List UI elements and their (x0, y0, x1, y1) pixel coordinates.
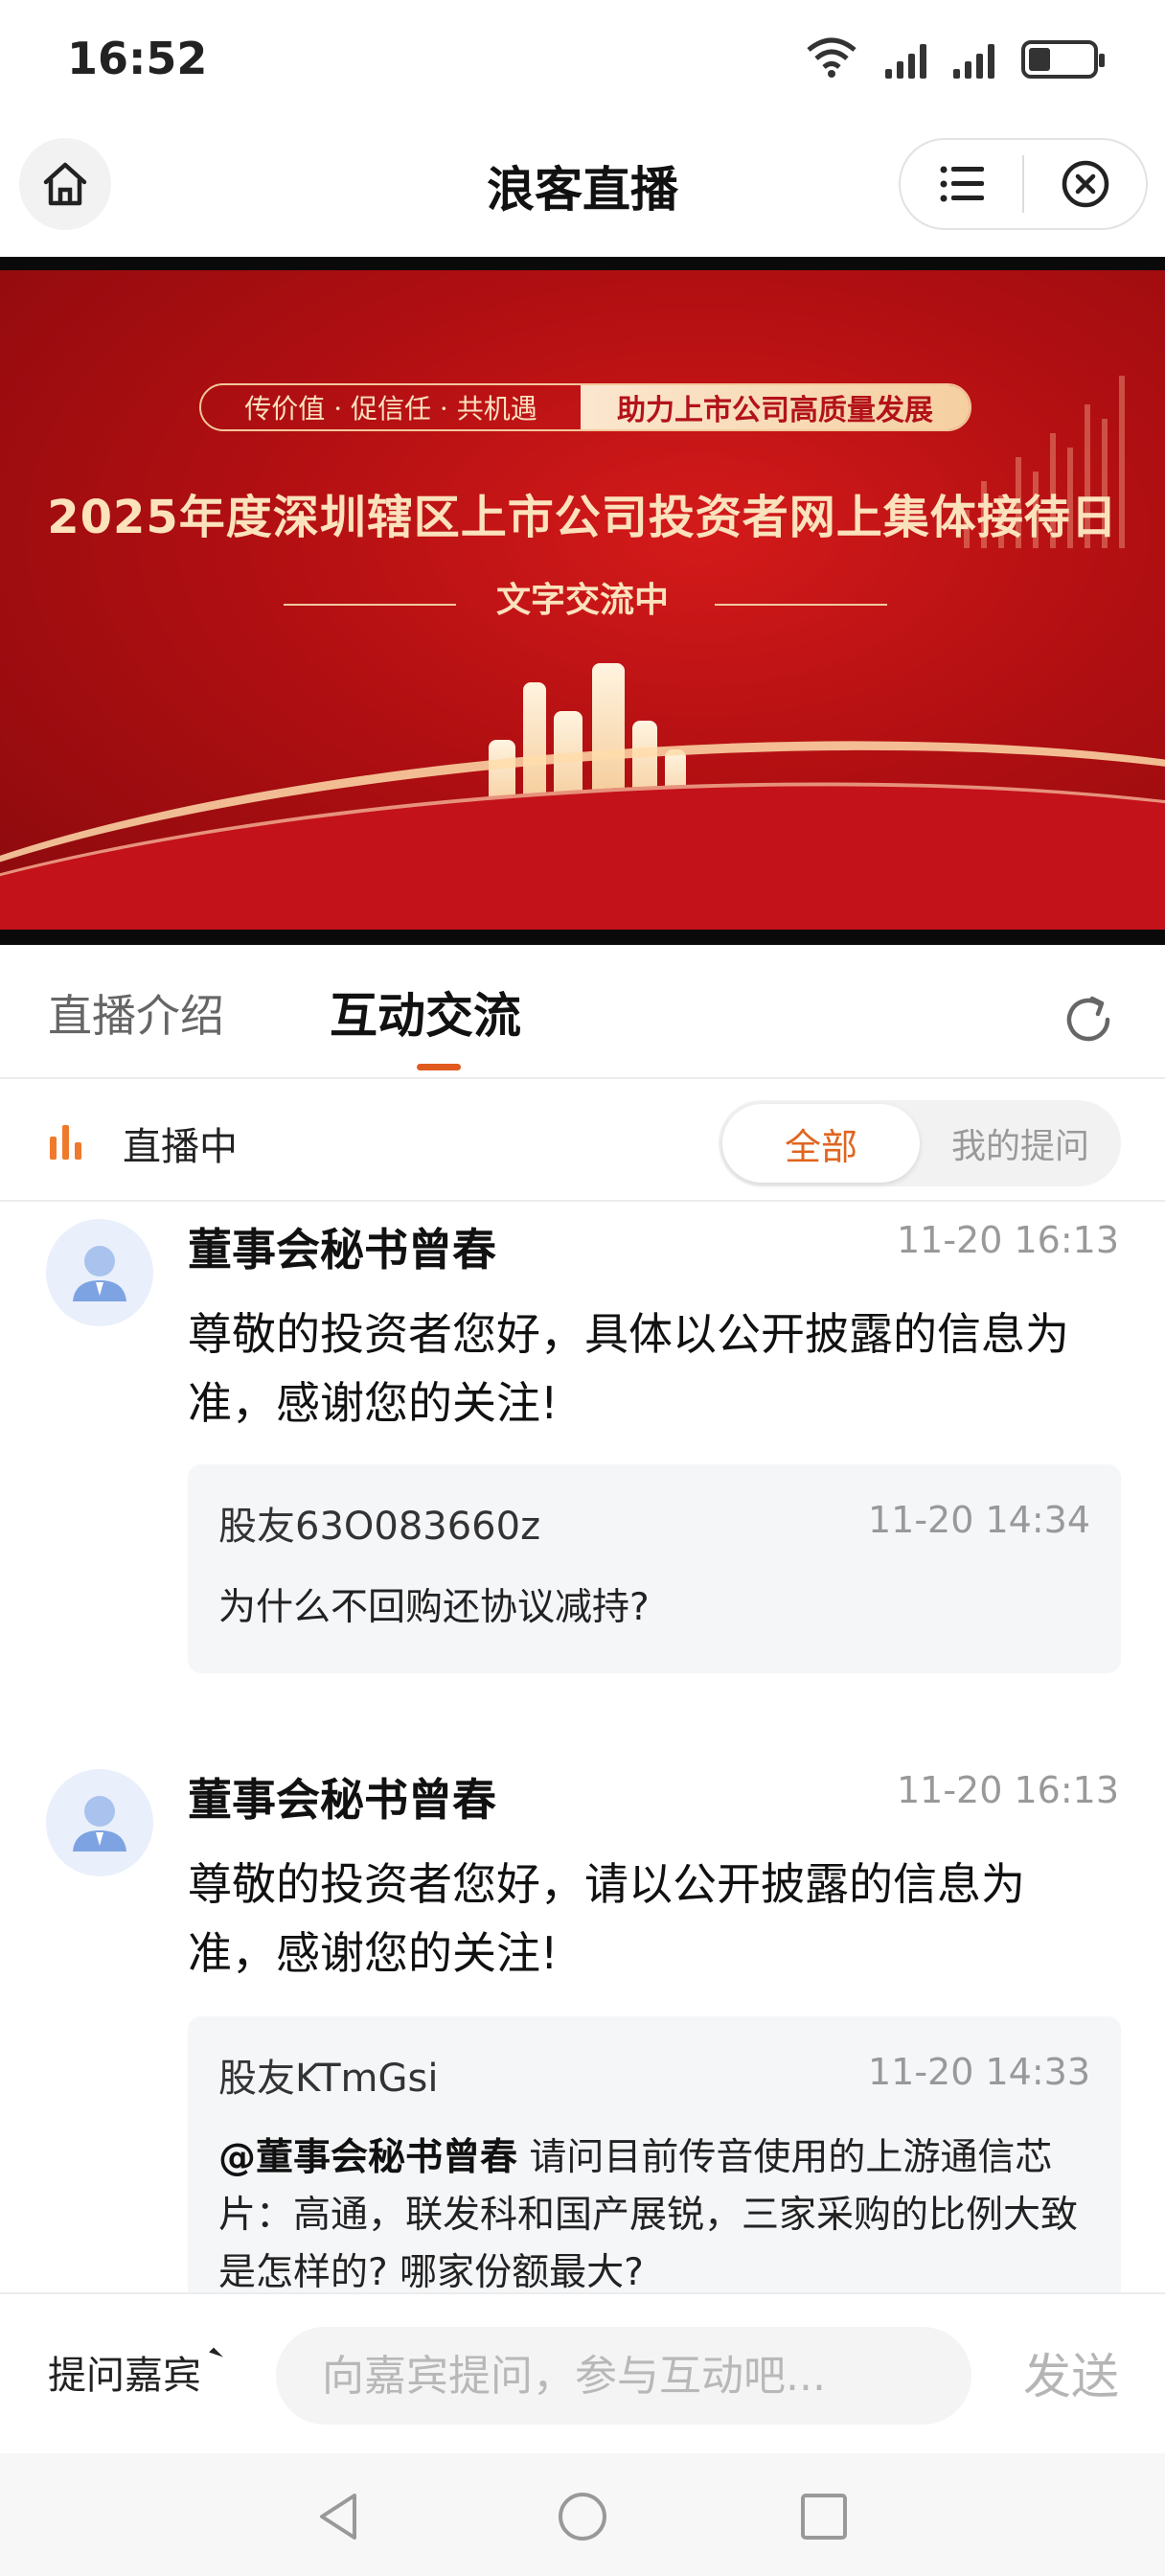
tab-interaction[interactable]: 互动交流 (330, 978, 521, 1046)
question-text: 为什么不回购还协议减持? (218, 1579, 1090, 1637)
wifi-icon (807, 37, 857, 78)
live-status: 直播中 (123, 1125, 238, 1169)
question-user: 股友KTmGsi (218, 2057, 439, 2101)
avatar (46, 1769, 153, 1876)
caret-icon (209, 2347, 223, 2362)
filter-all-button[interactable]: 全部 (722, 1104, 920, 1183)
person-icon (73, 1246, 126, 1301)
question-body: 为什么不回购还协议减持? (218, 1586, 650, 1629)
banner-title: 2025年度深圳辖区上市公司投资者网上集体接待日 (47, 491, 1118, 544)
answer-text: 尊敬的投资者您好，具体以公开披露的信息为准，感谢您的关注! (188, 1308, 1069, 1429)
banner-image: 传价值 · 促信任 · 共机遇 助力上市公司高质量发展 2025年度深圳辖区上市… (0, 270, 1165, 930)
filter-bar: 直播中 全部 我的提问 (0, 1081, 1165, 1202)
top-nav: 浪客直播 (0, 115, 1165, 257)
status-bar: 16:52 (0, 0, 1165, 115)
home-circle-icon[interactable] (556, 2490, 609, 2543)
status-icons (805, 36, 1105, 79)
question-input-bar: 提问嘉宾 发送 (0, 2292, 1165, 2453)
question-time: 11-20 14:33 (867, 2051, 1090, 2093)
question-input[interactable] (276, 2327, 971, 2425)
subtitle-line-right (715, 604, 887, 606)
banner-subtitle: 文字交流中 (495, 581, 669, 620)
question-time: 11-20 14:34 (867, 1499, 1090, 1541)
list-menu-icon (940, 166, 984, 202)
answer-text: 尊敬的投资者您好，请以公开披露的信息为准，感谢您的关注! (188, 1858, 1025, 1979)
active-tab-indicator (417, 1064, 461, 1070)
tab-intro[interactable]: 直播介绍 (48, 981, 224, 1045)
signal-icon (885, 40, 926, 79)
battery-icon (1021, 40, 1105, 79)
quoted-question[interactable]: 股友KTmGsi 11-20 14:33 @董事会秘书曾春 请问目前传音使用的上… (188, 2016, 1121, 2292)
close-button[interactable] (1024, 140, 1146, 228)
quoted-question[interactable]: 股友63O083660z 11-20 14:34 为什么不回购还协议减持? (188, 1464, 1121, 1673)
live-banner: 传价值 · 促信任 · 共机遇 助力上市公司高质量发展 2025年度深圳辖区上市… (0, 257, 1165, 945)
recents-icon[interactable] (797, 2490, 851, 2543)
person-icon (73, 1796, 126, 1852)
filter-my-questions-button[interactable]: 我的提问 (920, 1100, 1121, 1186)
question-user: 股友63O083660z (218, 1505, 541, 1549)
ask-guest-selector[interactable]: 提问嘉宾 (48, 2344, 201, 2400)
slogan-pill: 传价值 · 促信任 · 共机遇 助力上市公司高质量发展 (199, 383, 971, 431)
system-navigation-bar (0, 2453, 1165, 2576)
slogan-left: 传价值 · 促信任 · 共机遇 (244, 393, 537, 425)
answer-author: 董事会秘书曾春 (188, 1224, 496, 1276)
list-item: 董事会秘书曾春 11-20 16:13 尊敬的投资者您好，具体以公开披露的信息为… (0, 1202, 1165, 1710)
answer-time: 11-20 16:13 (896, 1219, 1119, 1261)
tab-bar: 直播介绍 互动交流 (0, 945, 1165, 1079)
mini-program-capsule (899, 138, 1148, 230)
slogan-right: 助力上市公司高质量发展 (581, 385, 970, 429)
answer-time: 11-20 16:13 (896, 1769, 1119, 1811)
refresh-icon[interactable] (1060, 991, 1117, 1048)
status-time: 16:52 (67, 33, 208, 84)
live-bars-icon (50, 1125, 84, 1160)
avatar (46, 1219, 153, 1326)
back-icon[interactable] (312, 2490, 366, 2543)
menu-button[interactable] (901, 140, 1022, 228)
signal-icon (953, 40, 994, 79)
list-item: 董事会秘书曾春 11-20 16:13 尊敬的投资者您好，请以公开披露的信息为准… (0, 1756, 1165, 2292)
question-mention[interactable]: @董事会秘书曾春 (218, 2136, 517, 2179)
filter-segmented-control: 全部 我的提问 (719, 1100, 1121, 1186)
question-text: @董事会秘书曾春 请问目前传音使用的上游通信芯片：高通，联发科和国产展锐，三家采… (218, 2129, 1090, 2292)
answer-author: 董事会秘书曾春 (188, 1774, 496, 1826)
send-button[interactable]: 发送 (1023, 2338, 1119, 2407)
close-icon (1062, 160, 1108, 208)
